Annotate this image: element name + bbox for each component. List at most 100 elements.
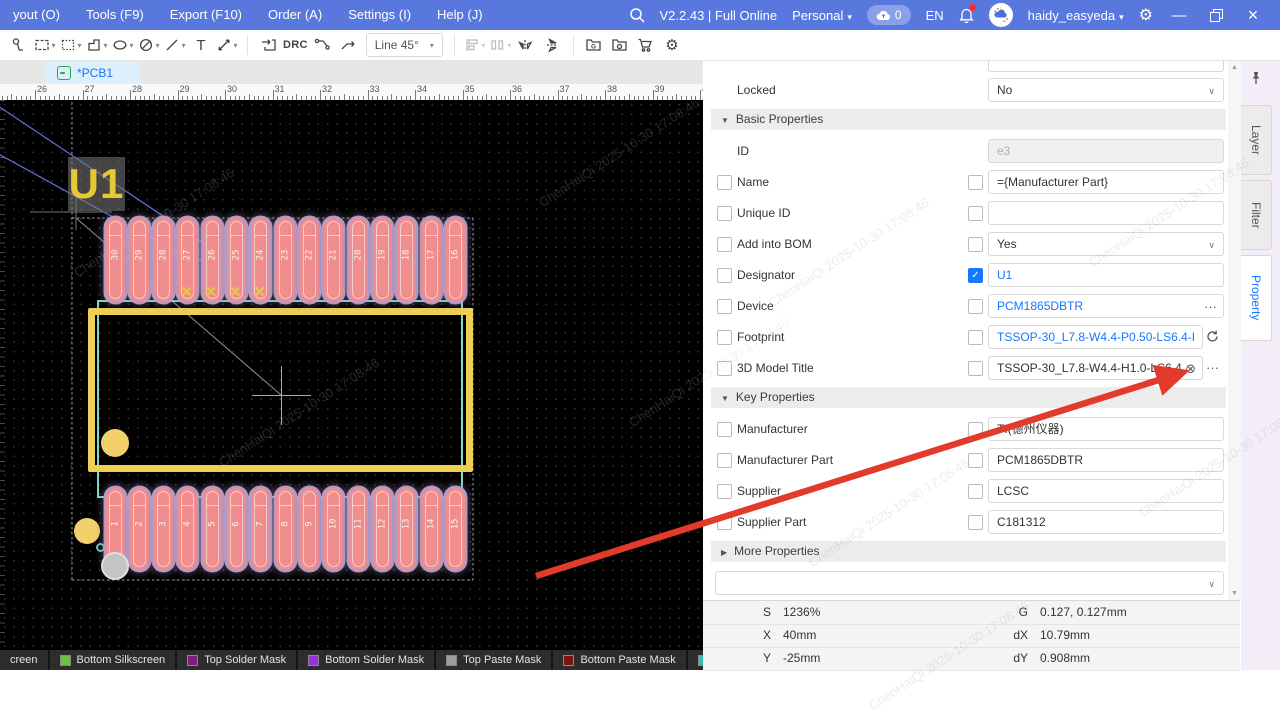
pad-21[interactable]: 21: [324, 218, 343, 302]
distribute-tool-icon[interactable]: ▾: [490, 33, 512, 57]
refresh-footprint-icon[interactable]: [1206, 325, 1219, 351]
line-angle-select[interactable]: Line 45°▾: [366, 33, 443, 57]
polygon-tool-icon[interactable]: ▾: [86, 33, 108, 57]
pad-18[interactable]: 18: [397, 218, 416, 302]
layer-tab-top-solder-mask[interactable]: Top Solder Mask: [177, 650, 296, 670]
drc-check-icon[interactable]: DRC: [283, 33, 308, 57]
row-checkbox-device[interactable]: [717, 299, 732, 314]
ellipse-tool-icon[interactable]: ▾: [112, 33, 134, 57]
export-file-icon[interactable]: [609, 33, 631, 57]
more-options-icon[interactable]: ···: [1206, 356, 1219, 380]
settings-gear-icon[interactable]: ⚙: [1139, 5, 1153, 25]
menu-item-ordera[interactable]: Order (A): [255, 0, 335, 30]
pad-28[interactable]: 28: [154, 218, 173, 302]
pad-16[interactable]: 16: [446, 218, 465, 302]
layer-tab-top-as[interactable]: Top As: [688, 650, 703, 670]
align-tool-icon[interactable]: ▾: [464, 33, 486, 57]
row-checkbox-manufacturer-part[interactable]: [717, 453, 732, 468]
avatar[interactable]: [989, 3, 1013, 27]
pad-12[interactable]: 12: [373, 488, 392, 570]
order-cart-icon[interactable]: [635, 33, 657, 57]
pad-3[interactable]: 3: [154, 488, 173, 570]
panel-scrollbar[interactable]: ▲ ▼: [1228, 61, 1241, 600]
row-checkbox-designator[interactable]: [717, 268, 732, 283]
row-checkbox-unique-id[interactable]: [717, 206, 732, 221]
pad-5[interactable]: 5: [203, 488, 222, 570]
pad-15[interactable]: 15: [446, 488, 465, 570]
window-close-button[interactable]: ×: [1242, 5, 1264, 26]
layer-tab-creen[interactable]: creen: [0, 650, 48, 670]
notifications-bell-icon[interactable]: [959, 7, 974, 23]
keepout-tool-icon[interactable]: ▾: [138, 33, 160, 57]
supplier-input[interactable]: LCSC: [988, 479, 1224, 503]
more-options-icon[interactable]: ···: [1204, 295, 1217, 318]
tab-pcb1[interactable]: *PCB1: [45, 61, 139, 84]
value-checkbox-unique-id[interactable]: [968, 206, 983, 221]
value-checkbox-add-into-bom[interactable]: [968, 237, 983, 252]
generate-fabrication-icon[interactable]: G: [583, 33, 605, 57]
pad-4[interactable]: 4: [178, 488, 197, 570]
unique-id-input[interactable]: [988, 201, 1224, 225]
id-input[interactable]: e3: [988, 139, 1224, 163]
language-toggle[interactable]: EN: [926, 8, 944, 23]
layer-tab-bottom-paste-mask[interactable]: Bottom Paste Mask: [553, 650, 685, 670]
row-checkbox-name[interactable]: [717, 175, 732, 190]
scroll-up-icon[interactable]: ▲: [1228, 64, 1241, 71]
window-minimize-button[interactable]: —: [1168, 7, 1190, 24]
username-dropdown[interactable]: haidy_easyeda▾: [1028, 8, 1124, 23]
pad-14[interactable]: 14: [422, 488, 441, 570]
window-restore-button[interactable]: [1205, 9, 1227, 22]
row-checkbox-footprint[interactable]: [717, 330, 732, 345]
value-checkbox-name[interactable]: [968, 175, 983, 190]
value-checkbox-supplier[interactable]: [968, 484, 983, 499]
pad-9[interactable]: 9: [300, 488, 319, 570]
rect-tool-icon[interactable]: ▾: [34, 33, 56, 57]
section-header-key-properties[interactable]: ▼Key Properties: [711, 387, 1226, 408]
row-checkbox-manufacturer[interactable]: [717, 422, 732, 437]
line-tool-icon[interactable]: ▾: [164, 33, 186, 57]
partial-input[interactable]: [988, 61, 1224, 72]
designator-input[interactable]: U1: [988, 263, 1224, 287]
supplier-part-input[interactable]: C181312: [988, 510, 1224, 534]
row-checkbox-supplier-part[interactable]: [717, 515, 732, 530]
pad-2[interactable]: 2: [130, 488, 149, 570]
layer-tab-top-paste-mask[interactable]: Top Paste Mask: [436, 650, 551, 670]
pad-11[interactable]: 11: [349, 488, 368, 570]
menu-item-settingsi[interactable]: Settings (I): [335, 0, 424, 30]
text-tool-icon[interactable]: T: [190, 33, 212, 57]
add-into-bom-select[interactable]: Yes∨: [988, 232, 1224, 256]
value-checkbox-designator[interactable]: ✓: [968, 268, 983, 283]
locked-select[interactable]: No∨: [988, 78, 1224, 102]
menu-item-youto[interactable]: yout (O): [0, 0, 73, 30]
scroll-down-icon[interactable]: ▼: [1228, 590, 1241, 597]
pad-6[interactable]: 6: [227, 488, 246, 570]
section-header-basic-properties[interactable]: ▼Basic Properties: [711, 109, 1226, 130]
value-checkbox-manufacturer-part[interactable]: [968, 453, 983, 468]
search-icon[interactable]: [629, 7, 645, 23]
select-region-tool-icon[interactable]: ▾: [60, 33, 82, 57]
manufacturer-part-input[interactable]: PCM1865DBTR: [988, 448, 1224, 472]
flip-vertical-icon[interactable]: [542, 33, 564, 57]
pad-22[interactable]: 22: [300, 218, 319, 302]
menu-item-toolsf[interactable]: Tools (F9): [73, 0, 157, 30]
pad-17[interactable]: 17: [422, 218, 441, 302]
designator-label[interactable]: U1: [68, 157, 125, 211]
plan-dropdown[interactable]: Personal▾: [792, 8, 852, 23]
pad-10[interactable]: 10: [324, 488, 343, 570]
pad-8[interactable]: 8: [276, 488, 295, 570]
side-tab-layer[interactable]: Layer: [1241, 105, 1272, 175]
value-checkbox-footprint[interactable]: [968, 330, 983, 345]
pad-20[interactable]: 20: [349, 218, 368, 302]
menu-item-exportf[interactable]: Export (F10): [157, 0, 255, 30]
dimension-tool-icon[interactable]: ▾: [216, 33, 238, 57]
import-changes-icon[interactable]: [257, 33, 279, 57]
value-checkbox-supplier-part[interactable]: [968, 515, 983, 530]
pcb-canvas[interactable]: 3029282726252423222120191817161234567891…: [0, 100, 703, 650]
side-tab-filter[interactable]: Filter: [1241, 180, 1272, 250]
footprint-input[interactable]: TSSOP-30_L7.8-W4.4-P0.50-LS6.4-I: [988, 325, 1203, 349]
extra-select[interactable]: ∨: [715, 571, 1224, 595]
row-checkbox-add-into-bom[interactable]: [717, 237, 732, 252]
clear-3d-model-icon[interactable]: ⊗: [1185, 357, 1196, 380]
pad-13[interactable]: 13: [397, 488, 416, 570]
value-checkbox-manufacturer[interactable]: [968, 422, 983, 437]
